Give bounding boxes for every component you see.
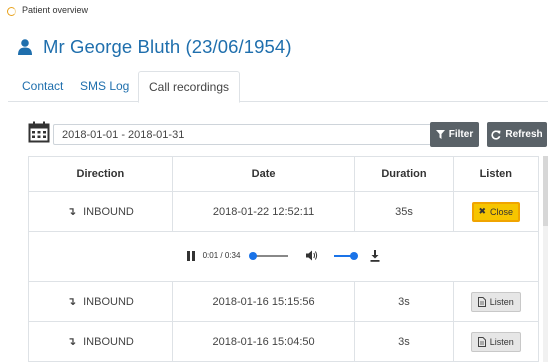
tab-call-recordings[interactable]: Call recordings bbox=[138, 71, 241, 103]
seek-slider-knob[interactable] bbox=[248, 251, 257, 260]
filter-button[interactable]: Filter bbox=[430, 122, 479, 147]
date-cell: 2018-01-16 15:15:56 bbox=[171, 281, 356, 322]
top-bar: Patient overview bbox=[0, 0, 548, 22]
direction-text: INBOUND bbox=[83, 205, 134, 218]
close-icon: ✖ bbox=[478, 206, 487, 216]
close-button-label: Close bbox=[490, 206, 514, 217]
direction-text: INBOUND bbox=[83, 335, 134, 348]
calendar-icon[interactable] bbox=[28, 121, 50, 143]
close-button[interactable]: ✖ Close bbox=[471, 201, 520, 222]
table-row: ↴ INBOUND 2018-01-16 15:15:56 3s Listen bbox=[28, 281, 540, 322]
refresh-icon bbox=[491, 129, 501, 140]
scrollbar[interactable] bbox=[543, 156, 548, 362]
refresh-button[interactable]: Refresh bbox=[487, 122, 547, 147]
duration-cell: 3s bbox=[354, 321, 454, 362]
listen-button[interactable]: Listen bbox=[470, 331, 521, 352]
listen-cell: ✖ Close bbox=[452, 191, 540, 232]
date-cell: 2018-01-22 12:52:11 bbox=[171, 191, 356, 232]
tab-sms-log[interactable]: SMS Log bbox=[70, 71, 139, 101]
audio-player-row: 0:01 / 0:34 bbox=[28, 231, 539, 282]
duration-cell: 3s bbox=[354, 281, 454, 322]
filter-button-label: Filter bbox=[448, 129, 474, 140]
loading-spinner-icon bbox=[7, 7, 16, 16]
date-cell: 2018-01-16 15:04:50 bbox=[171, 321, 356, 362]
listen-cell: Listen bbox=[452, 281, 540, 322]
listen-button-label: Listen bbox=[489, 296, 514, 307]
inbound-arrow-icon: ↴ bbox=[66, 336, 77, 348]
pause-icon[interactable] bbox=[186, 250, 195, 261]
volume-slider-knob[interactable] bbox=[350, 251, 359, 260]
file-audio-icon bbox=[477, 296, 486, 307]
table-header-row: Direction Date Duration Listen bbox=[28, 156, 540, 192]
file-audio-icon bbox=[477, 336, 486, 347]
filter-icon bbox=[435, 130, 445, 139]
volume-slider[interactable] bbox=[334, 251, 359, 260]
listen-button-label: Listen bbox=[489, 336, 514, 347]
tab-bar: Contact SMS Log Call recordings bbox=[8, 71, 548, 103]
column-header-date: Date bbox=[171, 156, 356, 192]
scrollbar-thumb[interactable] bbox=[543, 156, 548, 226]
volume-icon[interactable] bbox=[306, 250, 318, 261]
direction-text: INBOUND bbox=[83, 295, 134, 308]
audio-player: 0:01 / 0:34 bbox=[186, 249, 381, 262]
page-title: Mr George Bluth (23/06/1954) bbox=[18, 34, 292, 60]
inbound-arrow-icon: ↴ bbox=[66, 206, 77, 218]
refresh-button-label: Refresh bbox=[505, 129, 543, 140]
filter-row: 2018-01-01 - 2018-01-31 Filter Refresh bbox=[28, 121, 548, 149]
direction-cell: ↴ INBOUND bbox=[28, 281, 173, 322]
audio-player-cell: 0:01 / 0:34 bbox=[28, 231, 539, 282]
seek-slider[interactable] bbox=[248, 251, 289, 260]
call-recordings-table: Direction Date Duration Listen ↴ INBOUND … bbox=[28, 156, 540, 362]
listen-cell: Listen bbox=[452, 321, 540, 362]
table-row: ↴ INBOUND 2018-01-22 12:52:11 35s ✖ Close bbox=[28, 191, 540, 232]
playback-time: 0:01 / 0:34 bbox=[202, 251, 241, 260]
column-header-listen: Listen bbox=[452, 156, 540, 192]
breadcrumb: Patient overview bbox=[22, 5, 89, 15]
download-icon[interactable] bbox=[370, 249, 380, 262]
date-range-input[interactable]: 2018-01-01 - 2018-01-31 bbox=[53, 124, 451, 145]
listen-button[interactable]: Listen bbox=[470, 291, 521, 312]
column-header-direction: Direction bbox=[28, 156, 173, 192]
tab-contact[interactable]: Contact bbox=[12, 71, 73, 101]
column-header-duration: Duration bbox=[354, 156, 454, 192]
direction-cell: ↴ INBOUND bbox=[28, 321, 173, 362]
patient-name: Mr George Bluth (23/06/1954) bbox=[43, 36, 292, 57]
direction-cell: ↴ INBOUND bbox=[28, 191, 173, 232]
user-icon bbox=[18, 39, 32, 55]
duration-cell: 35s bbox=[354, 191, 454, 232]
inbound-arrow-icon: ↴ bbox=[66, 296, 77, 308]
table-row: ↴ INBOUND 2018-01-16 15:04:50 3s Listen bbox=[28, 321, 540, 362]
